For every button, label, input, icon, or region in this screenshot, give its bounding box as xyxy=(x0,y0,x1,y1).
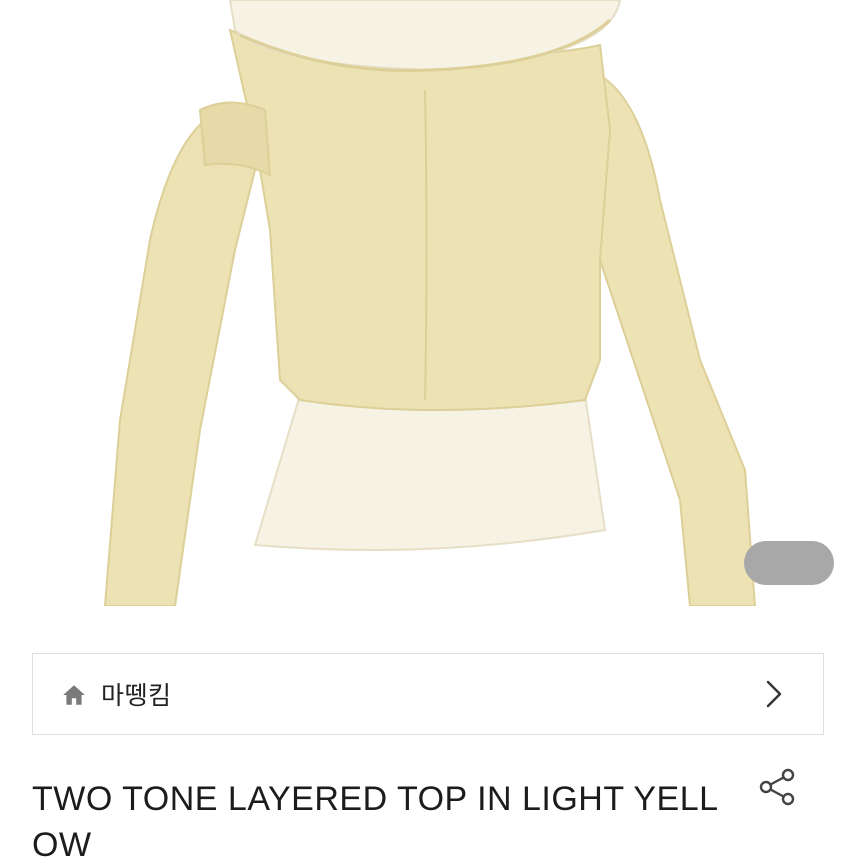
product-title: TWO TONE LAYERED TOP IN LIGHT YELLOW xyxy=(32,780,719,864)
left-sleeve xyxy=(103,118,262,606)
share-icon[interactable] xyxy=(755,765,799,809)
sheer-hem xyxy=(253,393,607,551)
chevron-right-icon xyxy=(766,680,782,708)
shop-name: 마뗑킴 xyxy=(101,681,172,710)
home-icon xyxy=(63,685,85,705)
shoulder-flap xyxy=(198,101,272,177)
right-sleeve xyxy=(583,68,757,606)
product-image-gallery[interactable] xyxy=(0,0,856,606)
product-photo xyxy=(103,0,757,606)
knit-body xyxy=(228,28,612,411)
gallery-pager-indicator[interactable] xyxy=(744,541,834,585)
